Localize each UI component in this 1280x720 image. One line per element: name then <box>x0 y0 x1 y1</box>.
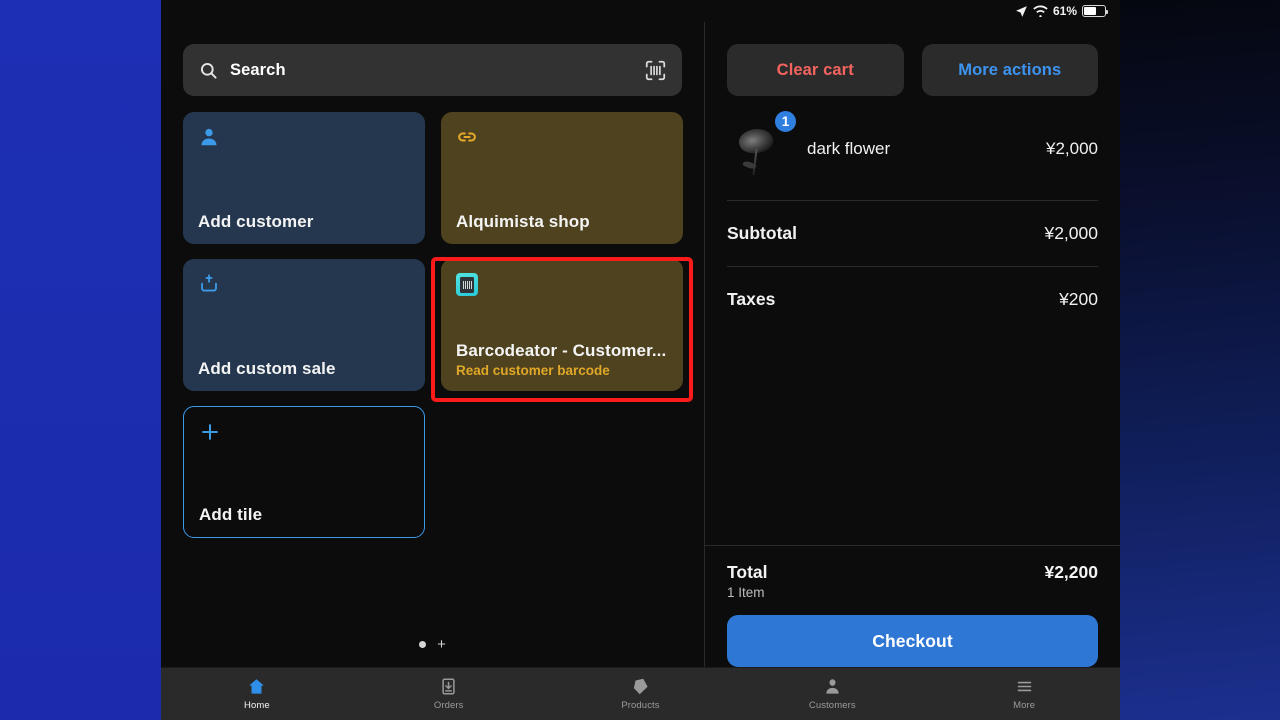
search-input[interactable]: Search <box>183 44 682 96</box>
person-icon <box>198 126 222 150</box>
cart-footer: Total 1 Item ¥2,200 Checkout <box>705 545 1120 667</box>
cart-actions: Clear cart More actions <box>727 44 1098 96</box>
add-page-button[interactable]: + <box>437 637 446 652</box>
search-section: Search <box>161 22 704 96</box>
page-indicator: + <box>161 637 704 652</box>
battery-icon <box>1082 5 1109 17</box>
tile-add-customer[interactable]: Add customer <box>183 112 425 244</box>
tiles-grid: Add customer Alquimista shop Add custom … <box>161 96 704 538</box>
tab-label: Orders <box>433 700 464 711</box>
product-thumbnail-wrap: 1 <box>727 109 798 180</box>
barcode-scan-icon[interactable] <box>645 60 666 81</box>
checkout-button[interactable]: Checkout <box>727 615 1098 667</box>
search-icon <box>199 61 218 80</box>
cart-taxes-row[interactable]: Taxes ¥200 <box>727 267 1098 332</box>
subtotal-value: ¥2,000 <box>1044 223 1098 243</box>
person-icon <box>823 677 842 696</box>
tile-barcodeator[interactable]: Barcodeator - Customer... Read customer … <box>441 259 683 391</box>
taxes-label: Taxes <box>727 289 776 309</box>
tray-upload-icon <box>198 273 222 297</box>
wifi-icon <box>1033 5 1048 17</box>
barcodeator-app-icon <box>456 273 478 296</box>
tab-home[interactable]: Home <box>161 668 353 720</box>
tile-title: Barcodeator - Customer... <box>456 340 667 360</box>
pos-app-window: 61% Search Add customer Alquimista shop … <box>161 0 1120 720</box>
tab-products[interactable]: Products <box>545 668 737 720</box>
desktop-background-left <box>0 0 161 720</box>
total-label: Total <box>727 562 768 582</box>
cart-panel: Clear cart More actions 1 dark flower ¥2… <box>705 22 1120 667</box>
tile-add-custom-sale[interactable]: Add custom sale <box>183 259 425 391</box>
status-bar: 61% <box>161 0 1120 22</box>
tile-alquimista-shop[interactable]: Alquimista shop <box>441 112 683 244</box>
tile-title: Alquimista shop <box>456 211 590 231</box>
cart-body: Clear cart More actions 1 dark flower ¥2… <box>705 22 1120 545</box>
search-placeholder: Search <box>230 60 286 79</box>
tab-label: Home <box>244 700 270 711</box>
tag-icon <box>631 677 650 696</box>
taxes-value: ¥200 <box>1059 289 1098 309</box>
total-item-count: 1 Item <box>727 585 765 600</box>
location-arrow-icon <box>1015 5 1028 18</box>
link-icon <box>456 126 480 150</box>
clear-cart-button[interactable]: Clear cart <box>727 44 904 96</box>
page-dot-icon[interactable] <box>419 641 427 648</box>
cart-line-item[interactable]: 1 dark flower ¥2,000 <box>727 96 1098 201</box>
orders-icon <box>439 677 458 696</box>
product-name: dark flower <box>807 139 891 158</box>
subtotal-label: Subtotal <box>727 223 797 243</box>
desktop-background-right <box>1120 0 1280 720</box>
tile-subtitle: Read customer barcode <box>456 362 610 378</box>
tab-orders[interactable]: Orders <box>353 668 545 720</box>
cart-total-row: Total 1 Item ¥2,200 <box>727 562 1098 600</box>
bottom-tab-bar: Home Orders Products Customers More <box>161 667 1120 720</box>
tile-title: Add customer <box>198 211 314 231</box>
battery-percent-label: 61% <box>1052 4 1077 18</box>
tile-title: Add custom sale <box>198 358 336 378</box>
product-price: ¥2,000 <box>1046 139 1098 158</box>
main-content: Search Add customer Alquimista shop Add … <box>161 22 1120 667</box>
tile-title: Add tile <box>199 504 263 524</box>
quantity-badge: 1 <box>773 109 798 134</box>
hamburger-icon <box>1015 677 1034 696</box>
tab-label: More <box>1013 700 1036 711</box>
tab-label: Products <box>621 700 660 711</box>
tab-label: Customers <box>808 700 856 711</box>
home-icon <box>247 677 266 696</box>
plus-icon <box>199 421 223 445</box>
total-value: ¥2,200 <box>1044 562 1098 582</box>
cart-subtotal-row: Subtotal ¥2,000 <box>727 201 1098 267</box>
tab-more[interactable]: More <box>928 668 1120 720</box>
tiles-panel: Search Add customer Alquimista shop Add … <box>161 22 705 667</box>
tile-add-tile[interactable]: Add tile <box>183 406 425 538</box>
tab-customers[interactable]: Customers <box>736 668 928 720</box>
more-actions-button[interactable]: More actions <box>921 44 1098 96</box>
